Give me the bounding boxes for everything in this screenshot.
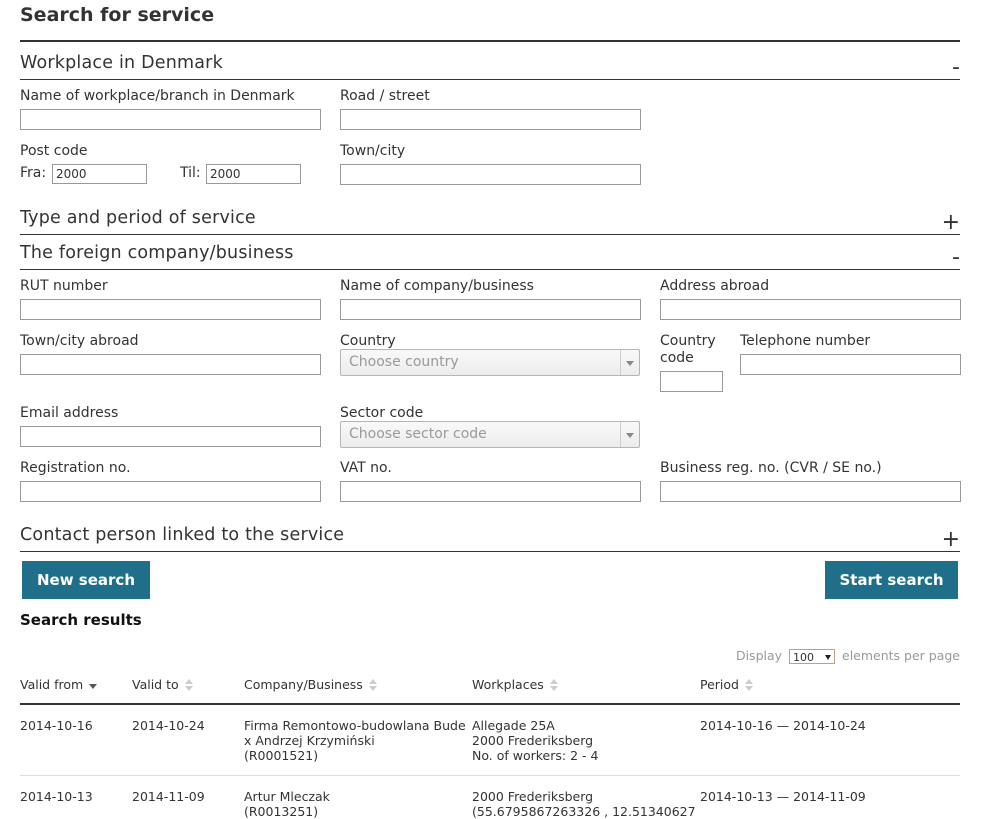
sort-icon — [549, 678, 558, 693]
sort-icon — [368, 678, 377, 693]
row-1-period: 2014-10-16 — 2014-10-24 — [700, 718, 866, 733]
section-type-period-header[interactable]: Type and period of service + — [20, 208, 960, 235]
row-1-workplace: Allegade 25A 2000 Frederiksberg No. of w… — [472, 718, 599, 763]
display-label: Display — [735, 648, 783, 663]
section-contact-person-header[interactable]: Contact person linked to the service + — [20, 525, 960, 552]
town-input[interactable] — [340, 164, 641, 185]
per-page-select[interactable]: 100 — [789, 649, 836, 664]
new-search-button[interactable]: New search — [22, 561, 150, 599]
email-input[interactable] — [20, 426, 321, 447]
country-code-label-line-2: code — [660, 350, 694, 366]
sort-desc-icon — [89, 679, 98, 693]
town-abroad-input[interactable] — [20, 354, 321, 375]
table-header-divider — [20, 703, 960, 705]
column-period[interactable]: Period — [700, 677, 753, 693]
sector-label: Sector code — [340, 405, 424, 421]
expand-icon[interactable]: + — [942, 529, 960, 551]
address-abroad-label: Address abroad — [660, 278, 770, 294]
postcode-from-input[interactable] — [52, 164, 147, 184]
country-code-input[interactable] — [660, 371, 723, 392]
road-label: Road / street — [340, 88, 430, 104]
telephone-input[interactable] — [740, 354, 961, 375]
section-workplace-header[interactable]: Workplace in Denmark - — [20, 53, 960, 80]
chevron-down-icon — [620, 350, 639, 375]
page-title: Search for service — [20, 4, 215, 26]
row-2-valid-to: 2014-11-09 — [132, 789, 205, 804]
cvr-input[interactable] — [660, 481, 961, 502]
vat-input[interactable] — [340, 481, 641, 502]
row-1-company[interactable]: Firma Remontowo-budowlana Bude x Andrzej… — [244, 718, 466, 763]
section-foreign-company-header[interactable]: The foreign company/business - — [20, 243, 960, 270]
company-name-label: Name of company/business — [340, 278, 534, 294]
collapse-icon[interactable]: - — [952, 247, 960, 269]
address-abroad-input[interactable] — [660, 299, 961, 320]
registration-label: Registration no. — [20, 460, 131, 476]
row-2-valid-from: 2014-10-13 — [20, 789, 93, 804]
fra-label: Fra: — [20, 165, 47, 181]
til-label: Til: — [180, 165, 201, 181]
title-divider — [20, 40, 960, 42]
country-select[interactable]: Choose country — [340, 349, 640, 376]
company-name-input[interactable] — [340, 299, 641, 320]
town-label: Town/city — [340, 143, 406, 159]
email-label: Email address — [20, 405, 119, 421]
country-label: Country — [340, 333, 396, 349]
section-foreign-company-title: The foreign company/business — [20, 243, 294, 263]
country-code-label-line-1: Country — [660, 333, 716, 349]
section-type-period-title: Type and period of service — [20, 208, 256, 228]
row-2-period: 2014-10-13 — 2014-11-09 — [700, 789, 866, 804]
cvr-label: Business reg. no. (CVR / SE no.) — [660, 460, 882, 476]
rut-input[interactable] — [20, 299, 321, 320]
results-title: Search results — [20, 611, 142, 629]
collapse-icon[interactable]: - — [952, 57, 960, 79]
section-contact-person-title: Contact person linked to the service — [20, 525, 345, 545]
workplace-name-label: Name of workplace/branch in Denmark — [20, 88, 295, 104]
column-company[interactable]: Company/Business — [244, 677, 377, 693]
workplace-name-input[interactable] — [20, 109, 321, 130]
per-page-suffix: elements per page — [842, 648, 960, 663]
town-abroad-label: Town/city abroad — [20, 333, 139, 349]
sort-icon — [184, 678, 193, 693]
column-valid-to[interactable]: Valid to — [132, 677, 193, 693]
sector-select[interactable]: Choose sector code — [340, 421, 640, 448]
chevron-down-icon — [620, 422, 639, 447]
sector-placeholder: Choose sector code — [349, 426, 487, 442]
registration-input[interactable] — [20, 481, 321, 502]
row-divider — [20, 775, 960, 776]
rut-label: RUT number — [20, 278, 108, 294]
section-workplace-title: Workplace in Denmark — [20, 53, 223, 73]
country-placeholder: Choose country — [349, 354, 459, 370]
road-input[interactable] — [340, 109, 641, 130]
row-1-valid-to: 2014-10-24 — [132, 718, 205, 733]
expand-icon[interactable]: + — [942, 212, 960, 234]
sort-icon — [744, 678, 753, 693]
column-workplaces[interactable]: Workplaces — [472, 677, 558, 693]
start-search-button[interactable]: Start search — [825, 561, 958, 599]
row-1-valid-from: 2014-10-16 — [20, 718, 93, 733]
telephone-label: Telephone number — [740, 333, 871, 349]
country-code-label: Country code — [660, 333, 716, 367]
postcode-label: Post code — [20, 143, 88, 159]
column-valid-from[interactable]: Valid from — [20, 677, 98, 693]
postcode-to-input[interactable] — [206, 164, 301, 184]
vat-label: VAT no. — [340, 460, 392, 476]
per-page-control: Display 100 elements per page — [736, 648, 960, 664]
